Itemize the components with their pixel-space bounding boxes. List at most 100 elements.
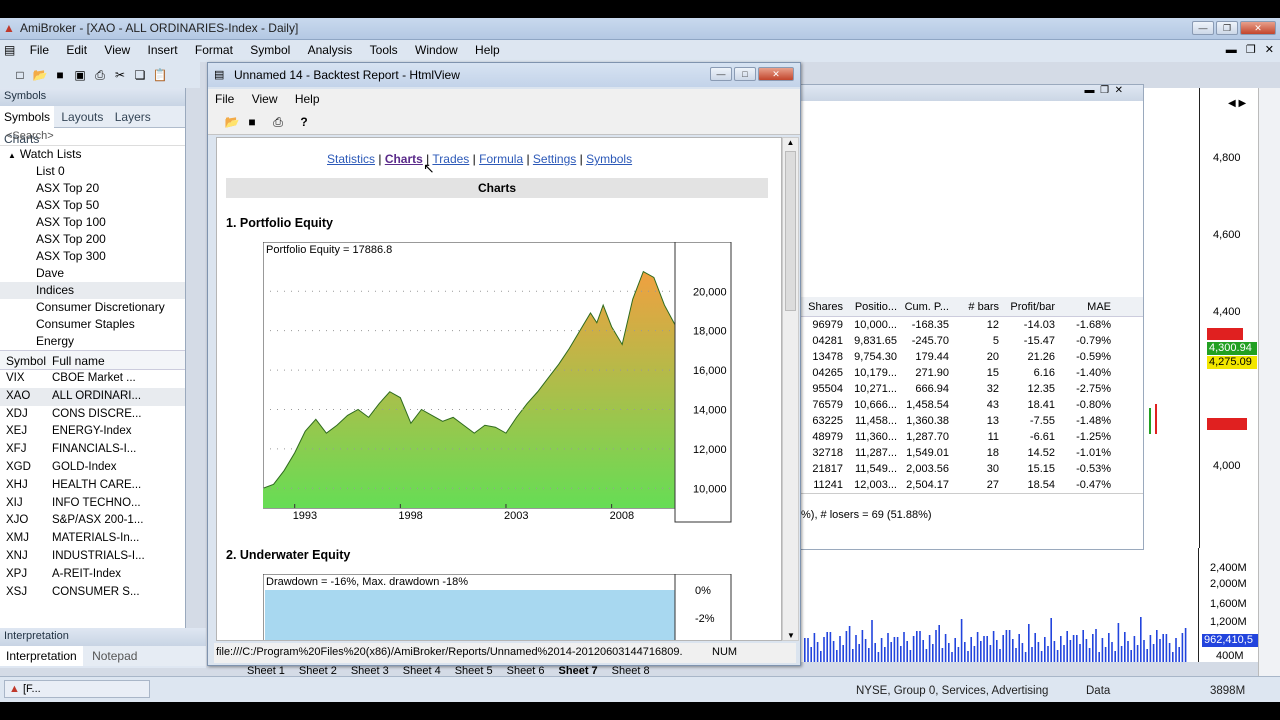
tree-item[interactable]: Consumer Staples bbox=[0, 316, 185, 333]
menu-format[interactable]: Format bbox=[188, 40, 240, 60]
paste-icon[interactable]: 📋 bbox=[152, 67, 168, 83]
chart-nav-arrows[interactable]: ◀ ▶ bbox=[1228, 98, 1246, 109]
tab-symbols[interactable]: Symbols bbox=[0, 106, 55, 128]
trade-row[interactable]: 13478 9,754.30 179.44 20 21.26 -0.59% bbox=[801, 349, 1143, 365]
backtest-close-button[interactable]: ✕ bbox=[758, 67, 794, 81]
trade-row[interactable]: 04265 10,179... 271.90 15 6.16 -1.40% bbox=[801, 365, 1143, 381]
menu-view[interactable]: View bbox=[97, 40, 137, 60]
menu-tools[interactable]: Tools bbox=[363, 40, 405, 60]
sheet-tab[interactable]: Sheet 8 bbox=[605, 665, 657, 677]
backtest-menu-help[interactable]: Help bbox=[288, 89, 327, 109]
save-icon[interactable]: ■ bbox=[52, 67, 68, 83]
nav-trades[interactable]: Trades bbox=[432, 152, 469, 166]
cut-icon[interactable]: ✂ bbox=[112, 67, 128, 83]
symbol-row[interactable]: XPJ A-REIT-Index bbox=[0, 566, 185, 584]
print-icon[interactable]: ⎙ bbox=[270, 114, 286, 130]
nav-statistics[interactable]: Statistics bbox=[327, 152, 375, 166]
symbol-row[interactable]: XNJ INDUSTRIALS-I... bbox=[0, 548, 185, 566]
help-icon[interactable]: ? bbox=[296, 114, 312, 130]
nav-symbols[interactable]: Symbols bbox=[586, 152, 632, 166]
column-symbol[interactable]: Symbol bbox=[0, 351, 52, 371]
tree-item[interactable]: Consumer Discretionary bbox=[0, 299, 185, 316]
mdi-restore-button[interactable]: ❐ bbox=[1246, 44, 1256, 56]
menu-symbol[interactable]: Symbol bbox=[243, 40, 297, 60]
trade-column[interactable]: Positio... bbox=[847, 297, 901, 317]
trade-row[interactable]: 96979 10,000... -168.35 12 -14.03 -1.68% bbox=[801, 317, 1143, 333]
symbol-row[interactable]: XIJ INFO TECHNO... bbox=[0, 495, 185, 513]
mdi-minimize-button[interactable]: ▬ bbox=[1226, 44, 1237, 56]
scroll-up-icon[interactable]: ▲ bbox=[783, 138, 798, 147]
minimize-button[interactable]: — bbox=[1192, 21, 1214, 35]
sheet-tab[interactable]: Sheet 2 bbox=[292, 665, 344, 677]
tree-item[interactable]: ▲ Watch Lists bbox=[0, 146, 185, 163]
save-all-icon[interactable]: ▣ bbox=[72, 67, 88, 83]
trade-column[interactable]: Cum. P... bbox=[901, 297, 953, 317]
symbol-row[interactable]: XSJ CONSUMER S... bbox=[0, 584, 185, 602]
tree-expander-icon[interactable]: ▲ bbox=[8, 151, 16, 160]
scroll-thumb[interactable] bbox=[785, 151, 796, 311]
symbol-row[interactable]: XGD GOLD-Index bbox=[0, 459, 185, 477]
new-icon[interactable]: □ bbox=[12, 67, 28, 83]
symbol-row[interactable]: XFJ FINANCIALS-I... bbox=[0, 441, 185, 459]
symbol-row[interactable]: XJO S&P/ASX 200-1... bbox=[0, 512, 185, 530]
column-full-name[interactable]: Full name bbox=[52, 351, 180, 371]
trade-row[interactable]: 63225 11,458... 1,360.38 13 -7.55 -1.48% bbox=[801, 413, 1143, 429]
restore-button[interactable]: ❐ bbox=[1216, 21, 1238, 35]
tree-item[interactable]: Energy bbox=[0, 333, 185, 350]
symbol-row[interactable]: XAO ALL ORDINARI... bbox=[0, 387, 185, 406]
trade-row[interactable]: 11241 12,003... 2,504.17 27 18.54 -0.47% bbox=[801, 477, 1143, 493]
symbol-row[interactable]: XDJ CONS DISCRE... bbox=[0, 406, 185, 424]
sheet-tab[interactable]: Sheet 1 bbox=[240, 665, 292, 677]
menu-help[interactable]: Help bbox=[468, 40, 507, 60]
tree-item[interactable]: ASX Top 300 bbox=[0, 248, 185, 265]
backtest-maximize-button[interactable]: □ bbox=[734, 67, 756, 81]
backtest-minimize-button[interactable]: — bbox=[710, 67, 732, 81]
backtest-menu-file[interactable]: File bbox=[208, 89, 241, 109]
report-content[interactable]: Statistics | Charts | Trades | Formula |… bbox=[216, 137, 782, 641]
tree-item[interactable]: ASX Top 20 bbox=[0, 180, 185, 197]
menu-edit[interactable]: Edit bbox=[59, 40, 94, 60]
sheet-tab[interactable]: Sheet 6 bbox=[500, 665, 552, 677]
scroll-down-icon[interactable]: ▼ bbox=[787, 631, 795, 640]
tree-item[interactable]: Indices bbox=[0, 282, 185, 299]
menu-analysis[interactable]: Analysis bbox=[301, 40, 360, 60]
menu-file[interactable]: File bbox=[23, 40, 56, 60]
tree-item[interactable]: ASX Top 100 bbox=[0, 214, 185, 231]
trade-list-minimize[interactable]: ▬ bbox=[1085, 85, 1095, 96]
tab-notepad[interactable]: Notepad bbox=[86, 646, 143, 666]
nav-settings[interactable]: Settings bbox=[533, 152, 576, 166]
trade-row[interactable]: 04281 9,831.65 -245.70 5 -15.47 -0.79% bbox=[801, 333, 1143, 349]
menu-window[interactable]: Window bbox=[408, 40, 465, 60]
copy-icon[interactable]: ❏ bbox=[132, 67, 148, 83]
open-icon[interactable]: 📂 bbox=[32, 67, 48, 83]
nav-charts[interactable]: Charts bbox=[385, 152, 423, 166]
trade-column[interactable]: # bars bbox=[953, 297, 1003, 317]
trade-list-close[interactable]: ✕ bbox=[1115, 85, 1123, 96]
nav-formula[interactable]: Formula bbox=[479, 152, 523, 166]
trade-column[interactable]: Profit/bar bbox=[1003, 297, 1059, 317]
tree-item[interactable]: ASX Top 200 bbox=[0, 231, 185, 248]
symbol-row[interactable]: XEJ ENERGY-Index bbox=[0, 423, 185, 441]
trade-list-restore[interactable]: ❐ bbox=[1100, 85, 1109, 96]
tree-item[interactable]: List 0 bbox=[0, 163, 185, 180]
tab-layers[interactable]: Layers bbox=[111, 106, 155, 128]
sheet-tab[interactable]: Sheet 3 bbox=[344, 665, 396, 677]
print-icon[interactable]: ⎙ bbox=[92, 67, 108, 83]
tab-layouts[interactable]: Layouts bbox=[57, 106, 107, 128]
tab-interpretation[interactable]: Interpretation bbox=[0, 646, 83, 666]
sheet-tab[interactable]: Sheet 5 bbox=[448, 665, 500, 677]
taskbar-item[interactable]: ▲ [F... bbox=[4, 680, 150, 698]
tree-item[interactable]: ASX Top 50 bbox=[0, 197, 185, 214]
trade-row[interactable]: 21817 11,549... 2,003.56 30 15.15 -0.53% bbox=[801, 461, 1143, 477]
trade-row[interactable]: 76579 10,666... 1,458.54 43 18.41 -0.80% bbox=[801, 397, 1143, 413]
sheet-tab[interactable]: Sheet 7 bbox=[552, 665, 605, 677]
trade-column[interactable]: Shares bbox=[801, 297, 847, 317]
open-icon[interactable]: 📂 bbox=[224, 114, 240, 130]
menu-insert[interactable]: Insert bbox=[141, 40, 185, 60]
trade-row[interactable]: 32718 11,287... 1,549.01 18 14.52 -1.01% bbox=[801, 445, 1143, 461]
symbol-row[interactable]: XMJ MATERIALS-In... bbox=[0, 530, 185, 548]
sheet-tab[interactable]: Sheet 4 bbox=[396, 665, 448, 677]
tree-item[interactable]: Dave bbox=[0, 265, 185, 282]
trade-column[interactable]: MAE bbox=[1059, 297, 1115, 317]
symbol-row[interactable]: VIX CBOE Market ... bbox=[0, 370, 185, 388]
